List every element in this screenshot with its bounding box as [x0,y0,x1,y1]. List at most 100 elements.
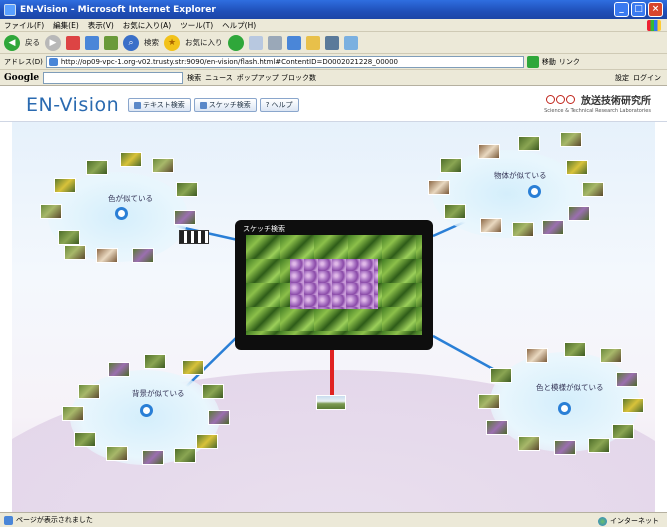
google-search-input[interactable] [43,71,184,84]
favorites-label[interactable]: お気に入り [185,37,223,48]
result-thumbnail[interactable] [518,136,540,151]
sketch-panel-title: スケッチ検索 [243,225,285,233]
result-thumbnail[interactable] [512,222,534,237]
result-thumbnail[interactable] [152,158,174,173]
result-thumbnail[interactable] [196,434,218,449]
result-thumbnail[interactable] [622,398,644,413]
result-thumbnail[interactable] [582,182,604,197]
menu-view[interactable]: 表示(V) [88,20,114,31]
result-thumbnail[interactable] [202,384,224,399]
menu-favorites[interactable]: お気に入り(A) [123,20,171,31]
result-thumbnail[interactable] [486,420,508,435]
browser-toolbar: ◀ 戻る ▶ ⌕ 検索 ★ お気に入り [0,32,667,54]
result-thumbnail[interactable] [554,440,576,455]
result-thumbnail[interactable] [96,248,118,263]
cluster-node-color-pattern[interactable] [558,402,571,415]
result-thumbnail[interactable] [208,410,230,425]
result-thumbnail[interactable] [588,438,610,453]
result-thumbnail[interactable] [120,152,142,167]
result-thumbnail[interactable] [174,210,196,225]
sketch-query-panel[interactable]: スケッチ検索 [235,220,433,350]
query-source-thumbnail[interactable] [316,395,346,410]
result-thumbnail[interactable] [478,394,500,409]
result-thumbnail[interactable] [490,368,512,383]
windows-logo-icon [647,20,661,31]
menu-edit[interactable]: 編集(E) [53,20,79,31]
result-thumbnail[interactable] [566,160,588,175]
filmstrip-icon[interactable] [179,230,209,244]
minimize-button[interactable]: _ [614,2,629,17]
result-thumbnail[interactable] [568,206,590,221]
text-search-label: テキスト検索 [143,101,185,109]
history-icon[interactable] [227,34,244,51]
result-thumbnail[interactable] [542,220,564,235]
google-settings-button[interactable]: 設定 [615,73,629,83]
mail-icon[interactable] [248,35,263,50]
links-button[interactable]: リンク [559,57,580,67]
messenger-icon[interactable] [324,35,339,50]
close-button[interactable]: × [648,2,663,17]
result-thumbnail[interactable] [600,348,622,363]
back-arrow-icon[interactable]: ◀ [4,34,20,51]
result-thumbnail[interactable] [428,180,450,195]
stop-icon[interactable] [66,35,80,50]
search-label[interactable]: 検索 [144,37,159,48]
menu-tools[interactable]: ツール(T) [180,20,213,31]
result-thumbnail[interactable] [176,182,198,197]
google-news-button[interactable]: ニュース [205,73,233,83]
result-thumbnail[interactable] [78,384,100,399]
result-thumbnail[interactable] [144,354,166,369]
result-thumbnail[interactable] [40,204,62,219]
cluster-node-background[interactable] [140,404,153,417]
edit-icon[interactable] [286,35,301,50]
result-thumbnail[interactable] [58,230,80,245]
cluster-node-color[interactable] [115,207,128,220]
result-thumbnail[interactable] [62,406,84,421]
favorites-star-icon[interactable]: ★ [164,34,180,51]
result-thumbnail[interactable] [108,362,130,377]
result-thumbnail[interactable] [440,158,462,173]
popup-blocker-button[interactable]: ポップアップ ブロック数 [237,73,316,83]
result-thumbnail[interactable] [444,204,466,219]
maximize-button[interactable]: □ [631,2,646,17]
cluster-node-object[interactable] [528,185,541,198]
folder-icon[interactable] [305,35,320,50]
result-thumbnail[interactable] [106,446,128,461]
result-thumbnail[interactable] [174,448,196,463]
google-search-button[interactable]: 検索 [187,73,201,83]
back-label[interactable]: 戻る [25,37,40,48]
go-arrow-icon[interactable] [526,55,539,68]
google-toolbar: Google 検索 ニュース ポップアップ ブロック数 設定 ログイン [0,70,667,86]
refresh-icon[interactable] [85,35,99,50]
google-login-button[interactable]: ログイン [633,73,661,83]
menu-help[interactable]: ヘルプ(H) [222,20,256,31]
result-thumbnail[interactable] [64,245,86,260]
result-thumbnail[interactable] [518,436,540,451]
result-thumbnail[interactable] [478,144,500,159]
result-thumbnail[interactable] [74,432,96,447]
result-thumbnail[interactable] [480,218,502,233]
result-thumbnail[interactable] [142,450,164,465]
result-thumbnail[interactable] [560,132,582,147]
query-connector-stem [330,350,334,395]
result-thumbnail[interactable] [616,372,638,387]
print-icon[interactable] [267,35,282,50]
go-button[interactable]: 移動 [542,57,556,67]
result-thumbnail[interactable] [564,342,586,357]
text-search-button[interactable]: テキスト検索 [128,98,191,112]
result-thumbnail[interactable] [182,360,204,375]
url-input[interactable]: http://op09-vpc-1.org-v02.trusty.str:909… [45,55,524,68]
result-thumbnail[interactable] [54,178,76,193]
result-thumbnail[interactable] [526,348,548,363]
help-button[interactable]: ? ヘルプ [259,98,299,112]
media-icon[interactable] [343,35,358,50]
result-thumbnail[interactable] [132,248,154,263]
forward-arrow-icon[interactable]: ▶ [45,34,61,51]
sketch-query-image[interactable] [246,235,422,335]
sketch-search-button[interactable]: スケッチ検索 [193,98,257,112]
result-thumbnail[interactable] [86,160,108,175]
home-icon[interactable] [104,35,118,50]
search-icon[interactable]: ⌕ [123,34,139,51]
menu-file[interactable]: ファイル(F) [4,20,44,31]
result-thumbnail[interactable] [612,424,634,439]
